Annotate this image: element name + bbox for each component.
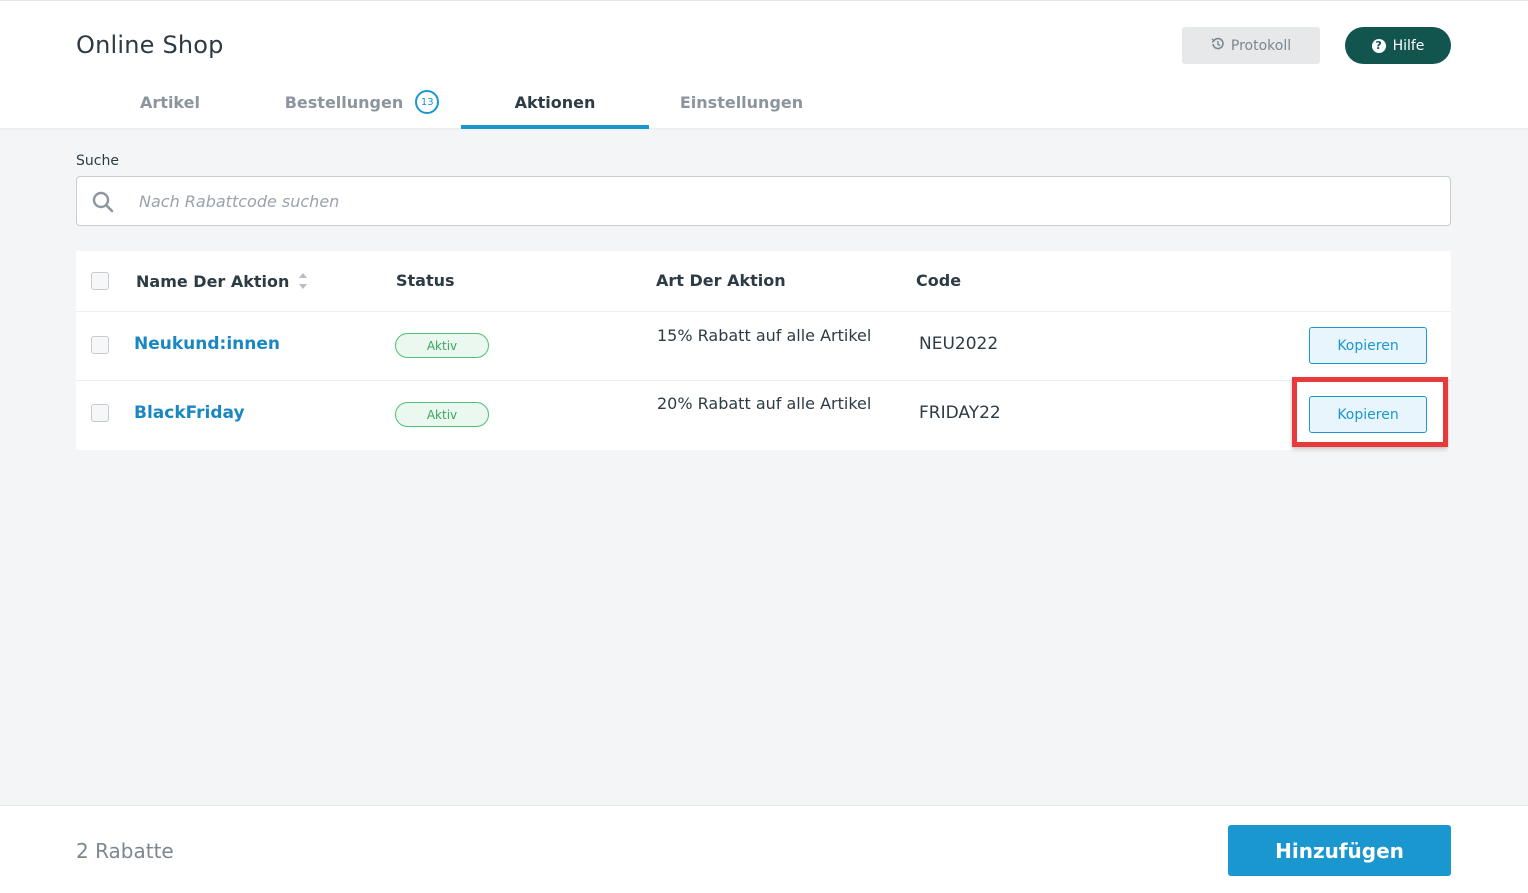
protokoll-button[interactable]: Protokoll (1182, 27, 1320, 64)
discount-name-link[interactable]: Neukund:innen (134, 334, 280, 354)
column-header-name[interactable]: Name Der Aktion (136, 271, 308, 291)
status-badge: Aktiv (395, 333, 489, 358)
search-label: Suche (76, 153, 119, 169)
tab-label: Aktionen (514, 93, 596, 112)
top-header: Online Shop Protokoll ? Hilfe Artikel Be… (0, 0, 1528, 129)
column-header-status: Status (396, 271, 455, 290)
row-checkbox[interactable] (91, 336, 109, 354)
copy-button[interactable]: Kopieren (1309, 327, 1427, 364)
tab-bestellungen[interactable]: Bestellungen 13 (262, 81, 462, 129)
row-divider (76, 311, 1451, 312)
history-icon (1211, 37, 1225, 55)
footer-bar: 2 Rabatte Hinzufügen (0, 805, 1528, 893)
tab-label: Einstellungen (679, 93, 804, 112)
protokoll-label: Protokoll (1230, 37, 1292, 54)
discount-count: 2 Rabatte (76, 839, 174, 863)
row-divider (76, 380, 1451, 381)
add-discount-button[interactable]: Hinzufügen (1228, 825, 1451, 876)
column-header-label: Name Der Aktion (136, 271, 290, 291)
column-header-code: Code (916, 271, 962, 290)
copy-button[interactable]: Kopieren (1309, 396, 1427, 433)
sort-icon[interactable] (298, 271, 308, 291)
orders-count-badge: 13 (415, 90, 440, 114)
question-circle-icon: ? (1371, 38, 1386, 53)
tab-einstellungen[interactable]: Einstellungen (660, 81, 823, 129)
status-badge: Aktiv (395, 402, 489, 427)
hilfe-label: Hilfe (1392, 37, 1425, 54)
hilfe-button[interactable]: ? Hilfe (1345, 27, 1451, 64)
discount-type: 20% Rabatt auf alle Artikel (657, 394, 872, 413)
search-input[interactable] (139, 177, 1429, 225)
tab-aktionen[interactable]: Aktionen (461, 81, 649, 129)
discount-code: NEU2022 (919, 334, 999, 354)
search-field (76, 176, 1451, 226)
search-icon (91, 190, 115, 218)
discount-type: 15% Rabatt auf alle Artikel (657, 326, 872, 345)
tab-label: Artikel (140, 93, 200, 112)
discount-code: FRIDAY22 (919, 403, 1001, 423)
select-all-checkbox[interactable] (91, 272, 109, 290)
column-header-art: Art Der Aktion (656, 271, 786, 290)
tab-artikel[interactable]: Artikel (112, 81, 228, 129)
page-title: Online Shop (76, 31, 224, 59)
discount-table: Name Der Aktion Status Art Der Aktion Co… (76, 251, 1451, 450)
tab-label: Bestellungen (284, 93, 404, 112)
discount-name-link[interactable]: BlackFriday (134, 403, 245, 423)
row-checkbox[interactable] (91, 404, 109, 422)
